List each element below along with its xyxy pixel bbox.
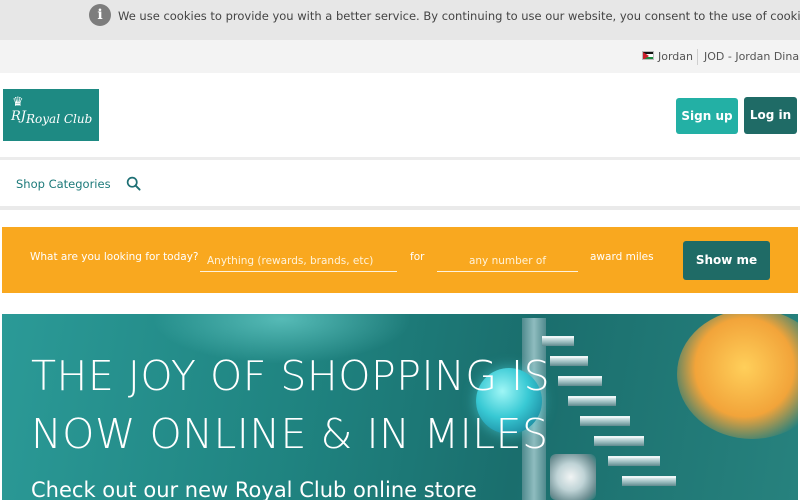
search-icon[interactable] (126, 176, 141, 191)
hero-stair-step (594, 436, 644, 446)
jordan-flag-icon[interactable] (642, 51, 654, 60)
shop-categories-link[interactable]: Shop Categories (16, 177, 111, 191)
hero-orange-orb (677, 314, 798, 439)
crown-icon: ♛ (12, 95, 24, 110)
hero-subtitle: Check out our new Royal Club online stor… (31, 478, 477, 500)
miles-amount-input[interactable] (437, 250, 578, 272)
sign-up-button[interactable]: Sign up (676, 98, 738, 134)
show-me-button[interactable]: Show me (683, 241, 770, 280)
hero-stair-step (550, 356, 588, 366)
info-icon: i (89, 4, 111, 26)
locale-divider (697, 49, 698, 65)
hero-stair-step (542, 336, 574, 346)
award-miles-label: award miles (590, 251, 654, 263)
hero-stair-step (580, 416, 630, 426)
cookie-notice-bar: i We use cookies to provide you with a b… (0, 0, 800, 40)
hero-title-line-2: NOW ONLINE & IN MILES (31, 410, 549, 458)
currency-selector[interactable]: JOD - Jordan Dinars (704, 50, 800, 63)
hero-title-line-1: THE JOY OF SHOPPING IS (31, 352, 551, 400)
logo-monogram: RJ (11, 109, 26, 124)
hero-stair-step (622, 476, 676, 486)
hero-title: THE JOY OF SHOPPING IS NOW ONLINE & IN M… (31, 347, 550, 463)
country-selector[interactable]: Jordan (658, 50, 693, 63)
nav-divider (0, 206, 800, 210)
log-in-button[interactable]: Log in (744, 97, 797, 134)
navigation-bar (0, 160, 800, 206)
hero-shopper-image (550, 454, 596, 500)
for-label: for (410, 251, 425, 263)
search-prompt-label: What are you looking for today? (30, 251, 199, 263)
hero-stair-step (608, 456, 660, 466)
reward-search-input[interactable] (200, 250, 397, 272)
hero-stair-step (558, 376, 602, 386)
logo-text: Royal Club (26, 112, 93, 126)
cookie-notice-text: We use cookies to provide you with a bet… (118, 9, 800, 23)
royal-club-logo[interactable]: ♛ RJ Royal Club (3, 89, 99, 141)
hero-stair-step (568, 396, 616, 406)
